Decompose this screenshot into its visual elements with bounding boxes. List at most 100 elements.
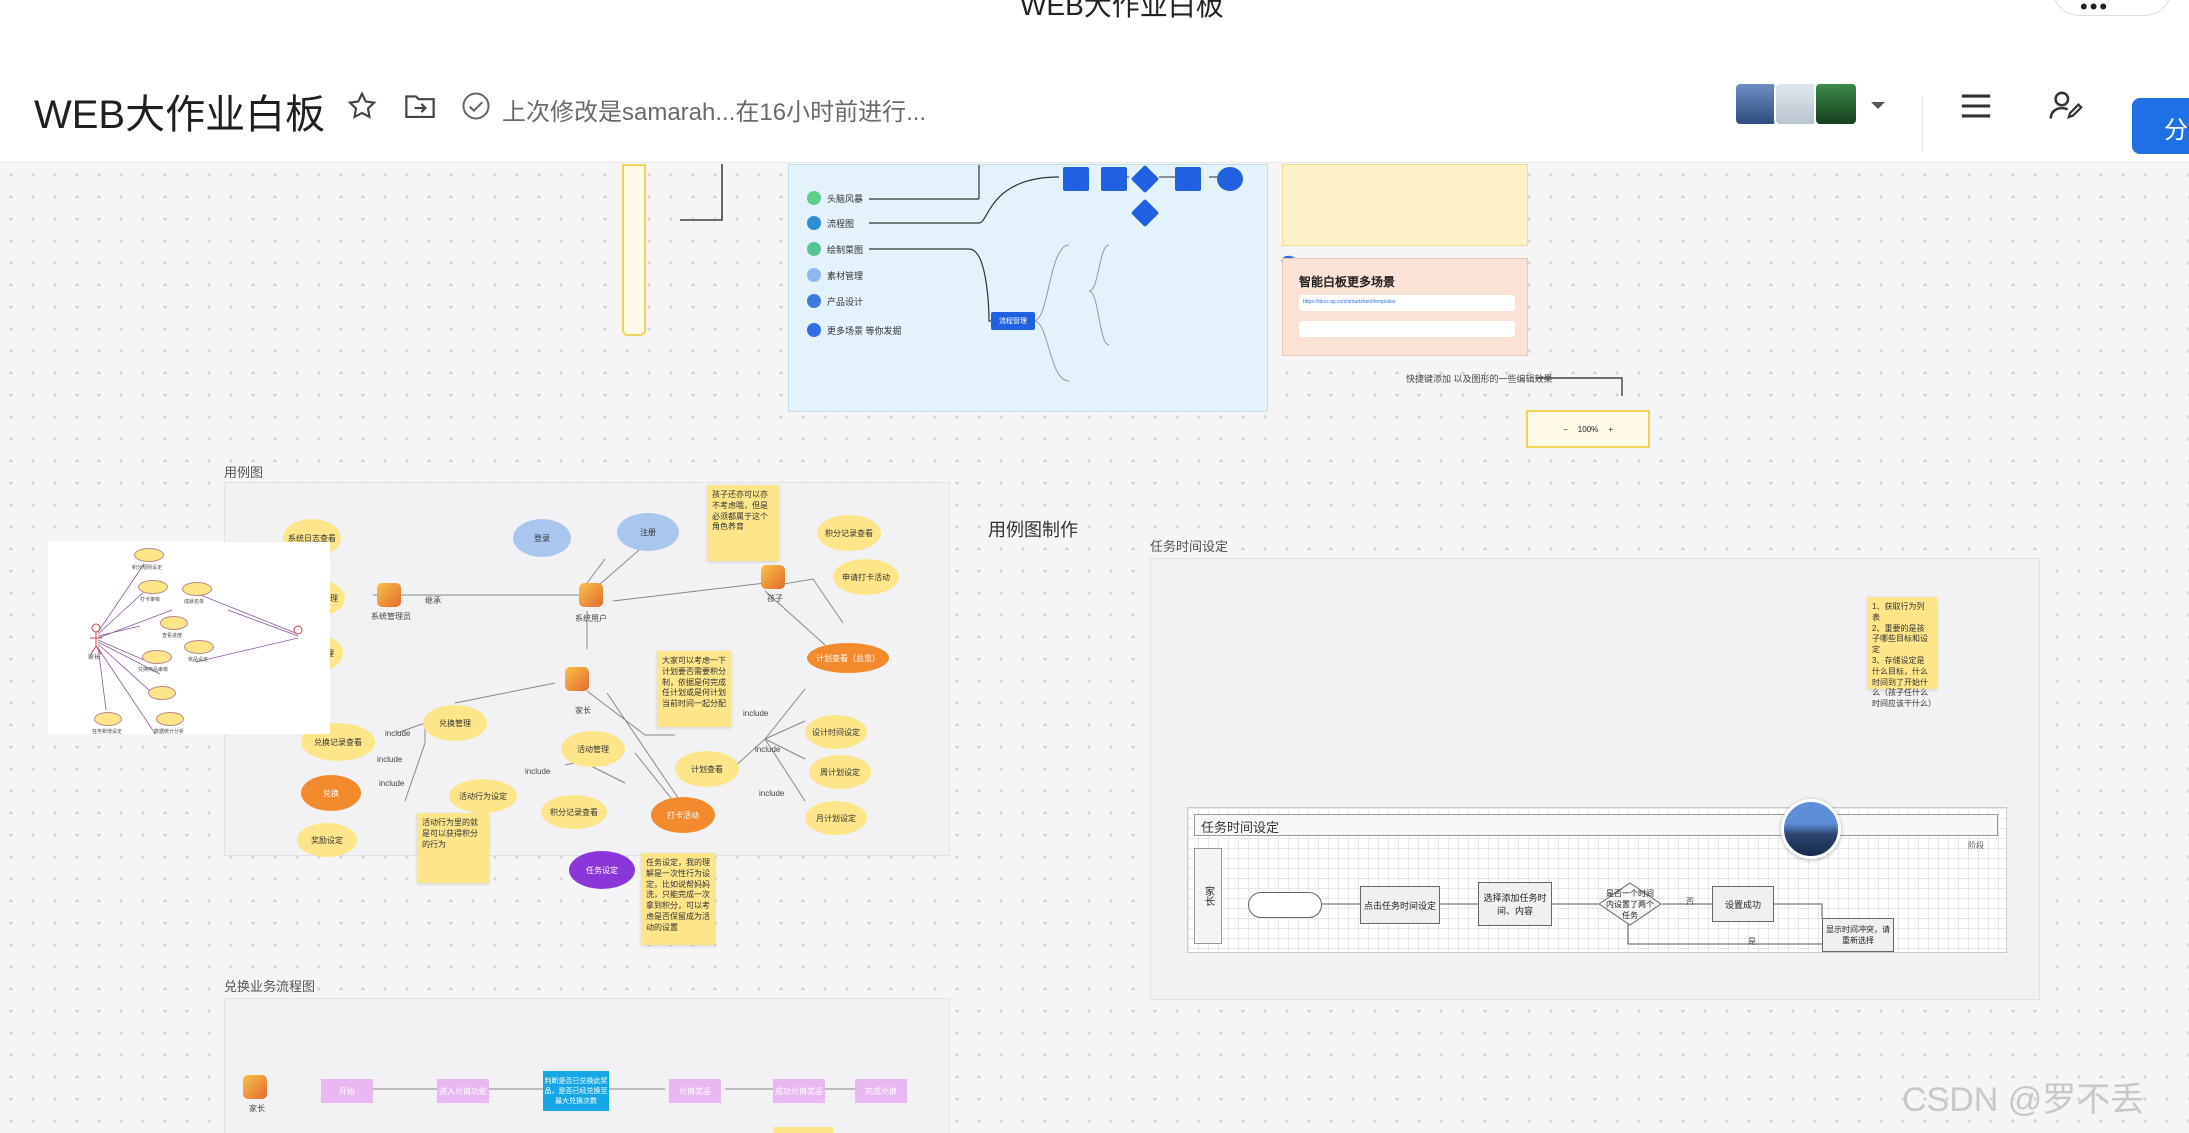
mindmap-item[interactable]: 产品设计 bbox=[807, 294, 863, 308]
usecase-activity-set[interactable]: 活动行为设定 bbox=[449, 779, 517, 813]
shortcut-text: 快捷键添加 以及图形的一些编辑效果 bbox=[1406, 374, 1553, 384]
flow-end[interactable] bbox=[1217, 167, 1243, 191]
usecase-apply-punch[interactable]: 申请打卡活动 bbox=[833, 559, 899, 595]
flow-decision[interactable]: 判断是否已兑换此奖品，是否已经兑换至最大兑换次数 bbox=[543, 1071, 609, 1111]
flow-step[interactable]: 兑换奖品 bbox=[669, 1079, 721, 1103]
usecase-weekly-plan[interactable]: 周计划设定 bbox=[809, 755, 871, 789]
pen-icon bbox=[807, 294, 821, 308]
zoom-in-icon[interactable]: + bbox=[1608, 425, 1613, 434]
usecase-reward-set[interactable]: 奖励设定 bbox=[297, 823, 357, 857]
cloud-icon bbox=[807, 268, 821, 282]
flow-decision[interactable]: 是否一个时间内设置了两个任务 bbox=[1598, 882, 1662, 926]
usecase-login[interactable]: 登录 bbox=[513, 519, 571, 557]
zoom-out-icon[interactable]: − bbox=[1563, 425, 1568, 434]
usecase-heading[interactable]: 用例图制作 bbox=[988, 516, 1078, 542]
usecase-month-plan[interactable]: 月计划设定 bbox=[805, 801, 867, 835]
top-more-button[interactable] bbox=[2052, 0, 2172, 16]
flow-node[interactable] bbox=[1101, 167, 1127, 191]
kid-actor[interactable] bbox=[761, 565, 785, 589]
task-flow-diagram[interactable]: 任务时间设定 阶段 家长 点击任务时间设定 选择添加任务时间、内容 是否一个时间… bbox=[1187, 807, 2007, 953]
flow-step[interactable]: 显示时间冲突，请重新选择 bbox=[1822, 918, 1894, 952]
mindmap-item[interactable]: 头脑风暴 bbox=[807, 191, 863, 205]
flow-step[interactable]: 进入兑换功能 bbox=[437, 1079, 489, 1103]
chevron-down-icon[interactable] bbox=[1868, 98, 1888, 117]
usecase-points-record[interactable]: 积分记录查看 bbox=[541, 795, 607, 829]
mindmap-item[interactable]: 绘制菜图 bbox=[807, 242, 863, 256]
more-dots-icon[interactable]: ••• bbox=[2080, 0, 2109, 20]
move-to-folder-icon[interactable] bbox=[402, 88, 438, 124]
connector-label: include bbox=[377, 755, 403, 764]
parent-actor[interactable] bbox=[565, 667, 589, 691]
mindmap-item[interactable]: 素材管理 bbox=[807, 268, 863, 282]
system-admin-actor[interactable] bbox=[377, 583, 401, 607]
board-title[interactable]: WEB大作业白板 bbox=[34, 82, 325, 140]
toolbar-preview-strip[interactable] bbox=[622, 164, 646, 336]
usecase-exchange[interactable]: 兑换 bbox=[301, 775, 361, 811]
connector-label: include bbox=[743, 709, 769, 718]
usecase-plan-view[interactable]: 计划查看（总览） bbox=[807, 643, 889, 673]
actor-label: 系统用户 bbox=[575, 614, 607, 623]
divider bbox=[1922, 96, 1923, 152]
star-icon[interactable] bbox=[344, 88, 380, 124]
sticky-note[interactable]: 活动行为里的就是可以获得积分的行为 bbox=[417, 813, 489, 883]
info-note[interactable] bbox=[1282, 164, 1528, 246]
zoom-level: 100% bbox=[1577, 424, 1599, 434]
zoom-preview[interactable]: −100% + bbox=[1526, 410, 1650, 448]
flow-step[interactable]: 完成兑换 bbox=[855, 1079, 907, 1103]
usecase-points-view[interactable]: 积分记录查看 bbox=[817, 515, 881, 551]
sticky-note[interactable]: 1、获取行为列表 2、重要的是孩子哪些目标和设定 3、存储设定是什么目标，什么时… bbox=[1867, 597, 1937, 708]
more-icon bbox=[807, 323, 821, 337]
sticky-note[interactable]: 孩子还亦可以亦不考虑哦，但是必须都属于这个角色养育 bbox=[707, 485, 779, 561]
smart-board-title: 智能白板更多场景 bbox=[1299, 275, 1396, 289]
share-button[interactable]: 分 bbox=[2132, 98, 2189, 154]
connector-label: include bbox=[385, 729, 411, 738]
user-edit-icon[interactable] bbox=[2048, 88, 2084, 124]
usecase-plan-check[interactable]: 计划查看 bbox=[675, 751, 739, 787]
system-user-actor[interactable] bbox=[579, 583, 603, 607]
flow-node[interactable] bbox=[1063, 167, 1089, 191]
task-time-frame[interactable]: 1、获取行为列表 2、重要的是孩子哪些目标和设定 3、存储设定是什么目标，什么时… bbox=[1150, 558, 2040, 1000]
usecase-frame[interactable]: 登录 注册 系统管理员 系统用户 孩子 家长 系统日志查看 家长信息管理 孩子信… bbox=[224, 482, 950, 945]
smart-board-link[interactable]: https://docs.qq.com/smartsheet/templates bbox=[1299, 295, 1515, 311]
usecase-task-set[interactable]: 任务设定 bbox=[569, 851, 635, 889]
brainstorm-icon bbox=[807, 191, 821, 205]
sticky-note[interactable]: 大家可以考虑一下计划要否需要积分制，依据是何完成任计划或是何计划当前时间一起分配 bbox=[657, 651, 731, 727]
usecase-activity-manage[interactable]: 活动管理 bbox=[561, 731, 625, 767]
sticky-note[interactable]: 任务设定，我的理解是一次性行为设定，比如说帮妈妈洗，只能完成一次拿到积分，可以考… bbox=[641, 853, 715, 945]
avatar[interactable] bbox=[1734, 82, 1778, 126]
usecase-plan-time[interactable]: 设计时间设定 bbox=[805, 715, 867, 749]
small-usecase-label: 奖品设定 bbox=[188, 657, 209, 663]
flow-step[interactable]: 点击任务时间设定 bbox=[1360, 886, 1440, 924]
flow-step[interactable]: 开始 bbox=[321, 1079, 373, 1103]
mindmap-item[interactable]: 更多场景 等你发掘 bbox=[807, 323, 902, 337]
flow-step[interactable]: 选择添加任务时间、内容 bbox=[1478, 882, 1552, 926]
exchange-frame[interactable]: 家长 开始 进入兑换功能 判断是否已兑换此奖品，是否已经兑换至最大兑换次数 兑换… bbox=[224, 998, 950, 1133]
flow-start[interactable] bbox=[1248, 892, 1322, 918]
small-usecase-label: 数据统计分析 bbox=[154, 729, 185, 735]
usecase-punch[interactable]: 打卡活动 bbox=[651, 797, 715, 833]
collaborator-avatars[interactable] bbox=[1734, 82, 1858, 126]
small-usecase-lines bbox=[90, 563, 303, 734]
small-usecase-image[interactable]: 家长 积分规则设定 打卡审核 成就名单 查看进度 兑换商品审核 奖品设定 任务新… bbox=[48, 542, 330, 735]
mindmap-item[interactable]: 流程图 bbox=[807, 216, 854, 230]
whiteboard-canvas[interactable]: 头脑风暴 流程图 绘制菜图 素材管理 产品设计 更多场景 等你发掘 流程管理 ?… bbox=[0, 164, 2189, 1133]
last-edit-status[interactable]: 上次修改是samarah...在16小时前进行... bbox=[502, 92, 926, 127]
usecase-reward-manage[interactable]: 兑换管理 bbox=[423, 705, 487, 741]
smart-board-card[interactable]: 智能白板更多场景 https://docs.qq.com/smartsheet/… bbox=[1282, 258, 1528, 356]
flow-node[interactable] bbox=[1175, 167, 1201, 191]
parent-actor[interactable] bbox=[243, 1075, 267, 1099]
connector-label: 继承 bbox=[425, 596, 441, 605]
mindmap-frame[interactable]: 头脑风暴 流程图 绘制菜图 素材管理 产品设计 更多场景 等你发掘 流程管理 bbox=[788, 164, 1268, 412]
mindmap-center-node[interactable]: 流程管理 bbox=[991, 312, 1035, 330]
avatar[interactable] bbox=[1814, 82, 1858, 126]
small-usecase-label: 积分规则设定 bbox=[132, 565, 163, 571]
avatar[interactable] bbox=[1774, 82, 1818, 126]
usecase-register[interactable]: 注册 bbox=[617, 513, 679, 551]
sticky-note[interactable] bbox=[773, 1127, 833, 1133]
hamburger-menu-icon[interactable] bbox=[1958, 88, 1994, 124]
flow-step[interactable]: 成功兑换奖品 bbox=[773, 1079, 825, 1103]
exchange-frame-label: 兑换业务流程图 bbox=[224, 979, 316, 994]
flow-step[interactable]: 设置成功 bbox=[1712, 886, 1774, 922]
smart-board-link-2[interactable] bbox=[1299, 321, 1515, 337]
collaborator-cursor-avatar[interactable] bbox=[1781, 799, 1841, 859]
